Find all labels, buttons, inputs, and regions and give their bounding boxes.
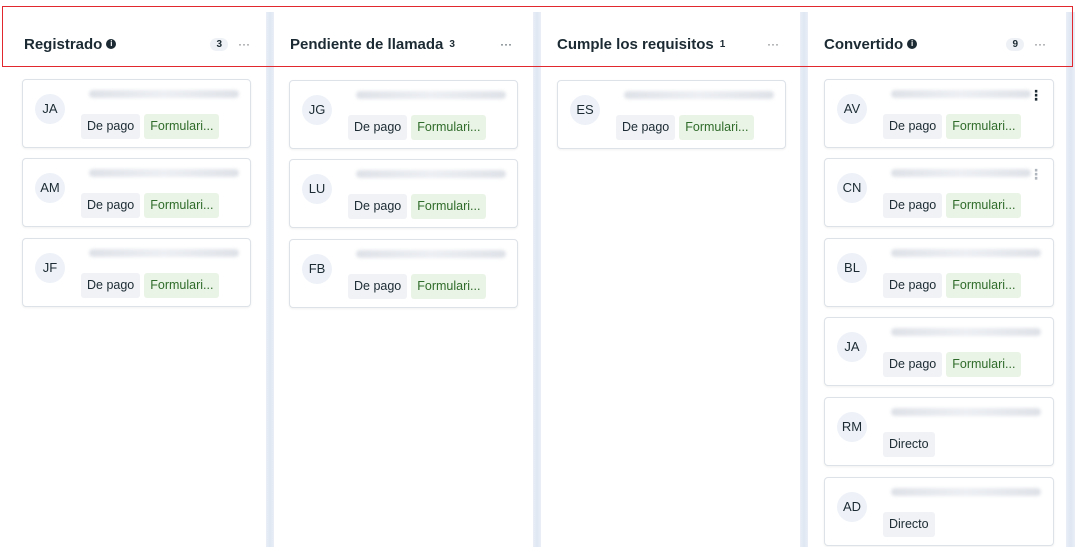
kanban-board: Registrado i 3 ··· Pendiente de llamada … [0,0,1075,547]
redacted-name [89,90,239,98]
column-count-badge: 9 [1006,37,1024,51]
redacted-name [89,249,239,257]
lead-card[interactable]: CN ⋮ De pago Formulari... [824,158,1054,227]
column-count-badge: 3 [210,37,228,51]
lead-card[interactable]: JG De pago Formulari... [289,80,518,149]
column-title: Cumple los requisitos [557,35,714,53]
avatar: AD [837,492,867,522]
redacted-name [356,170,506,178]
source-tag: Formulari... [679,115,755,140]
lead-card[interactable]: BL De pago Formulari... [824,238,1054,307]
avatar: AV [837,94,867,124]
column-header-pendiente: Pendiente de llamada 3 ··· [290,24,512,64]
source-tag: Formulari... [946,114,1022,139]
more-options-icon[interactable]: ··· [767,37,779,51]
more-options-icon[interactable]: ··· [238,37,250,51]
more-options-icon[interactable]: ··· [500,37,512,51]
avatar: JF [35,253,65,283]
payment-tag: De pago [616,115,676,140]
avatar: JG [302,95,332,125]
info-icon[interactable]: i [907,39,918,49]
column-separator [1066,12,1075,547]
lead-card[interactable]: JA De pago Formulari... [824,317,1054,386]
card-menu-icon[interactable]: ⋮ [1029,167,1043,181]
avatar: JA [35,94,65,124]
avatar: ES [570,95,600,125]
source-tag: Formulari... [144,193,220,218]
payment-tag: De pago [348,194,408,219]
column-count-badge: 3 [449,38,455,50]
payment-tag: De pago [883,193,943,218]
payment-tag: De pago [883,114,943,139]
lead-card[interactable]: AM De pago Formulari... [22,158,251,227]
redacted-name [891,249,1041,257]
column-separator [533,12,541,547]
avatar: CN [837,173,867,203]
lead-card[interactable]: JA De pago Formulari... [22,79,251,148]
avatar: RM [837,412,867,442]
redacted-name [891,488,1041,496]
source-tag: Formulari... [144,114,220,139]
source-tag: Formulari... [946,273,1022,298]
source-tag: Formulari... [411,115,487,140]
column-separator [266,12,274,547]
column-title: Registrado [24,35,103,53]
lead-card[interactable]: ES De pago Formulari... [557,80,786,149]
column-header-registrado: Registrado i 3 ··· [24,24,250,64]
payment-tag: De pago [348,274,408,299]
payment-tag: De pago [81,114,141,139]
source-tag: Directo [883,512,935,537]
source-tag: Formulari... [946,193,1022,218]
redacted-name [891,328,1041,336]
column-title: Pendiente de llamada [290,35,444,53]
lead-card[interactable]: LU De pago Formulari... [289,159,518,228]
redacted-name [624,91,774,99]
lead-card[interactable]: AV ⋮ De pago Formulari... [824,79,1054,148]
avatar: JA [837,332,867,362]
source-tag: Formulari... [411,194,487,219]
column-count-badge: 1 [719,38,726,50]
lead-card[interactable]: RM Directo [824,397,1054,466]
info-icon[interactable]: i [106,39,117,49]
redacted-name [891,90,1031,98]
source-tag: Formulari... [144,273,220,298]
payment-tag: De pago [883,273,943,298]
avatar: FB [302,254,332,284]
column-title: Convertido [824,35,904,53]
payment-tag: De pago [81,193,141,218]
column-header-cumple: Cumple los requisitos 1 ··· [557,24,779,64]
redacted-name [356,250,506,258]
lead-card[interactable]: FB De pago Formulari... [289,239,518,308]
avatar: AM [35,173,65,203]
payment-tag: De pago [883,352,943,377]
avatar: BL [837,253,867,283]
source-tag: Directo [883,432,935,457]
source-tag: Formulari... [946,352,1022,377]
avatar: LU [302,174,332,204]
redacted-name [891,169,1031,177]
payment-tag: De pago [348,115,408,140]
lead-card[interactable]: AD Directo [824,477,1054,546]
source-tag: Formulari... [411,274,487,299]
column-header-convertido: Convertido i 9 ··· [824,24,1046,64]
redacted-name [356,91,506,99]
redacted-name [891,408,1041,416]
more-options-icon[interactable]: ··· [1034,37,1046,51]
redacted-name [89,169,239,177]
lead-card[interactable]: JF De pago Formulari... [22,238,251,307]
payment-tag: De pago [81,273,141,298]
column-separator [800,12,808,547]
card-menu-icon[interactable]: ⋮ [1029,88,1043,102]
